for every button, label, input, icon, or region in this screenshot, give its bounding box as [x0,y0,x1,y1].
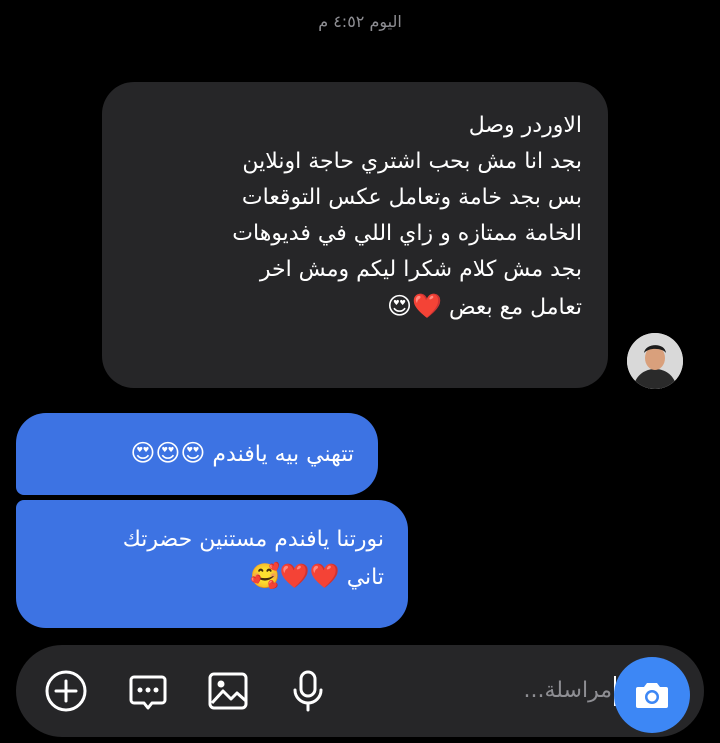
add-icon[interactable] [44,669,88,713]
message-line: بجد انا مش بحب اشتري حاجة اونلاين [242,149,582,174]
message-line: الاوردر وصل [468,113,582,138]
message-last-line: تاني ❤️❤️🥰 [40,558,384,596]
sender-avatar[interactable] [627,333,683,389]
outgoing-message-bubble[interactable]: نورتنا يافندم مستنين حضرتك تاني ❤️❤️🥰 [16,500,408,628]
camera-icon [636,683,668,708]
incoming-message-bubble[interactable]: الاوردر وصل بجد انا مش بحب اشتري حاجة او… [102,82,608,388]
message-line: بجد مش كلام شكرا ليكم ومش اخر [259,257,582,282]
message-line-text: تعامل مع بعض [448,295,582,320]
message-line-text: تاني [346,565,384,590]
message-line: تتهني بيه يافندم 😍😍😍 [40,435,354,473]
microphone-icon[interactable] [286,669,330,713]
message-placeholder: مراسلة... [523,678,612,703]
camera-button[interactable] [614,657,690,733]
message-line: نورتنا يافندم مستنين حضرتك [122,527,384,552]
timestamp: اليوم ٤:٥٢ م [318,12,402,31]
avatar-image [627,333,683,389]
emoji: 😍😍😍 [130,439,206,467]
emoji: ❤️😍 [387,292,442,320]
outgoing-message-bubble[interactable]: تتهني بيه يافندم 😍😍😍 [16,413,378,495]
message-line-text: تتهني بيه يافندم [212,442,354,467]
message-line: الخامة ممتازه و زاي اللي في فديوهات [232,221,582,246]
message-line: بس بجد خامة وتعامل عكس التوقعات [241,185,582,210]
message-last-line: تعامل مع بعض ❤️😍 [128,288,582,326]
message-input[interactable]: مراسلة... [366,665,616,717]
message-composer: مراسلة... [16,645,704,737]
emoji: ❤️❤️🥰 [250,562,340,590]
gallery-icon[interactable] [206,669,250,713]
sticker-chat-icon[interactable] [126,669,170,713]
